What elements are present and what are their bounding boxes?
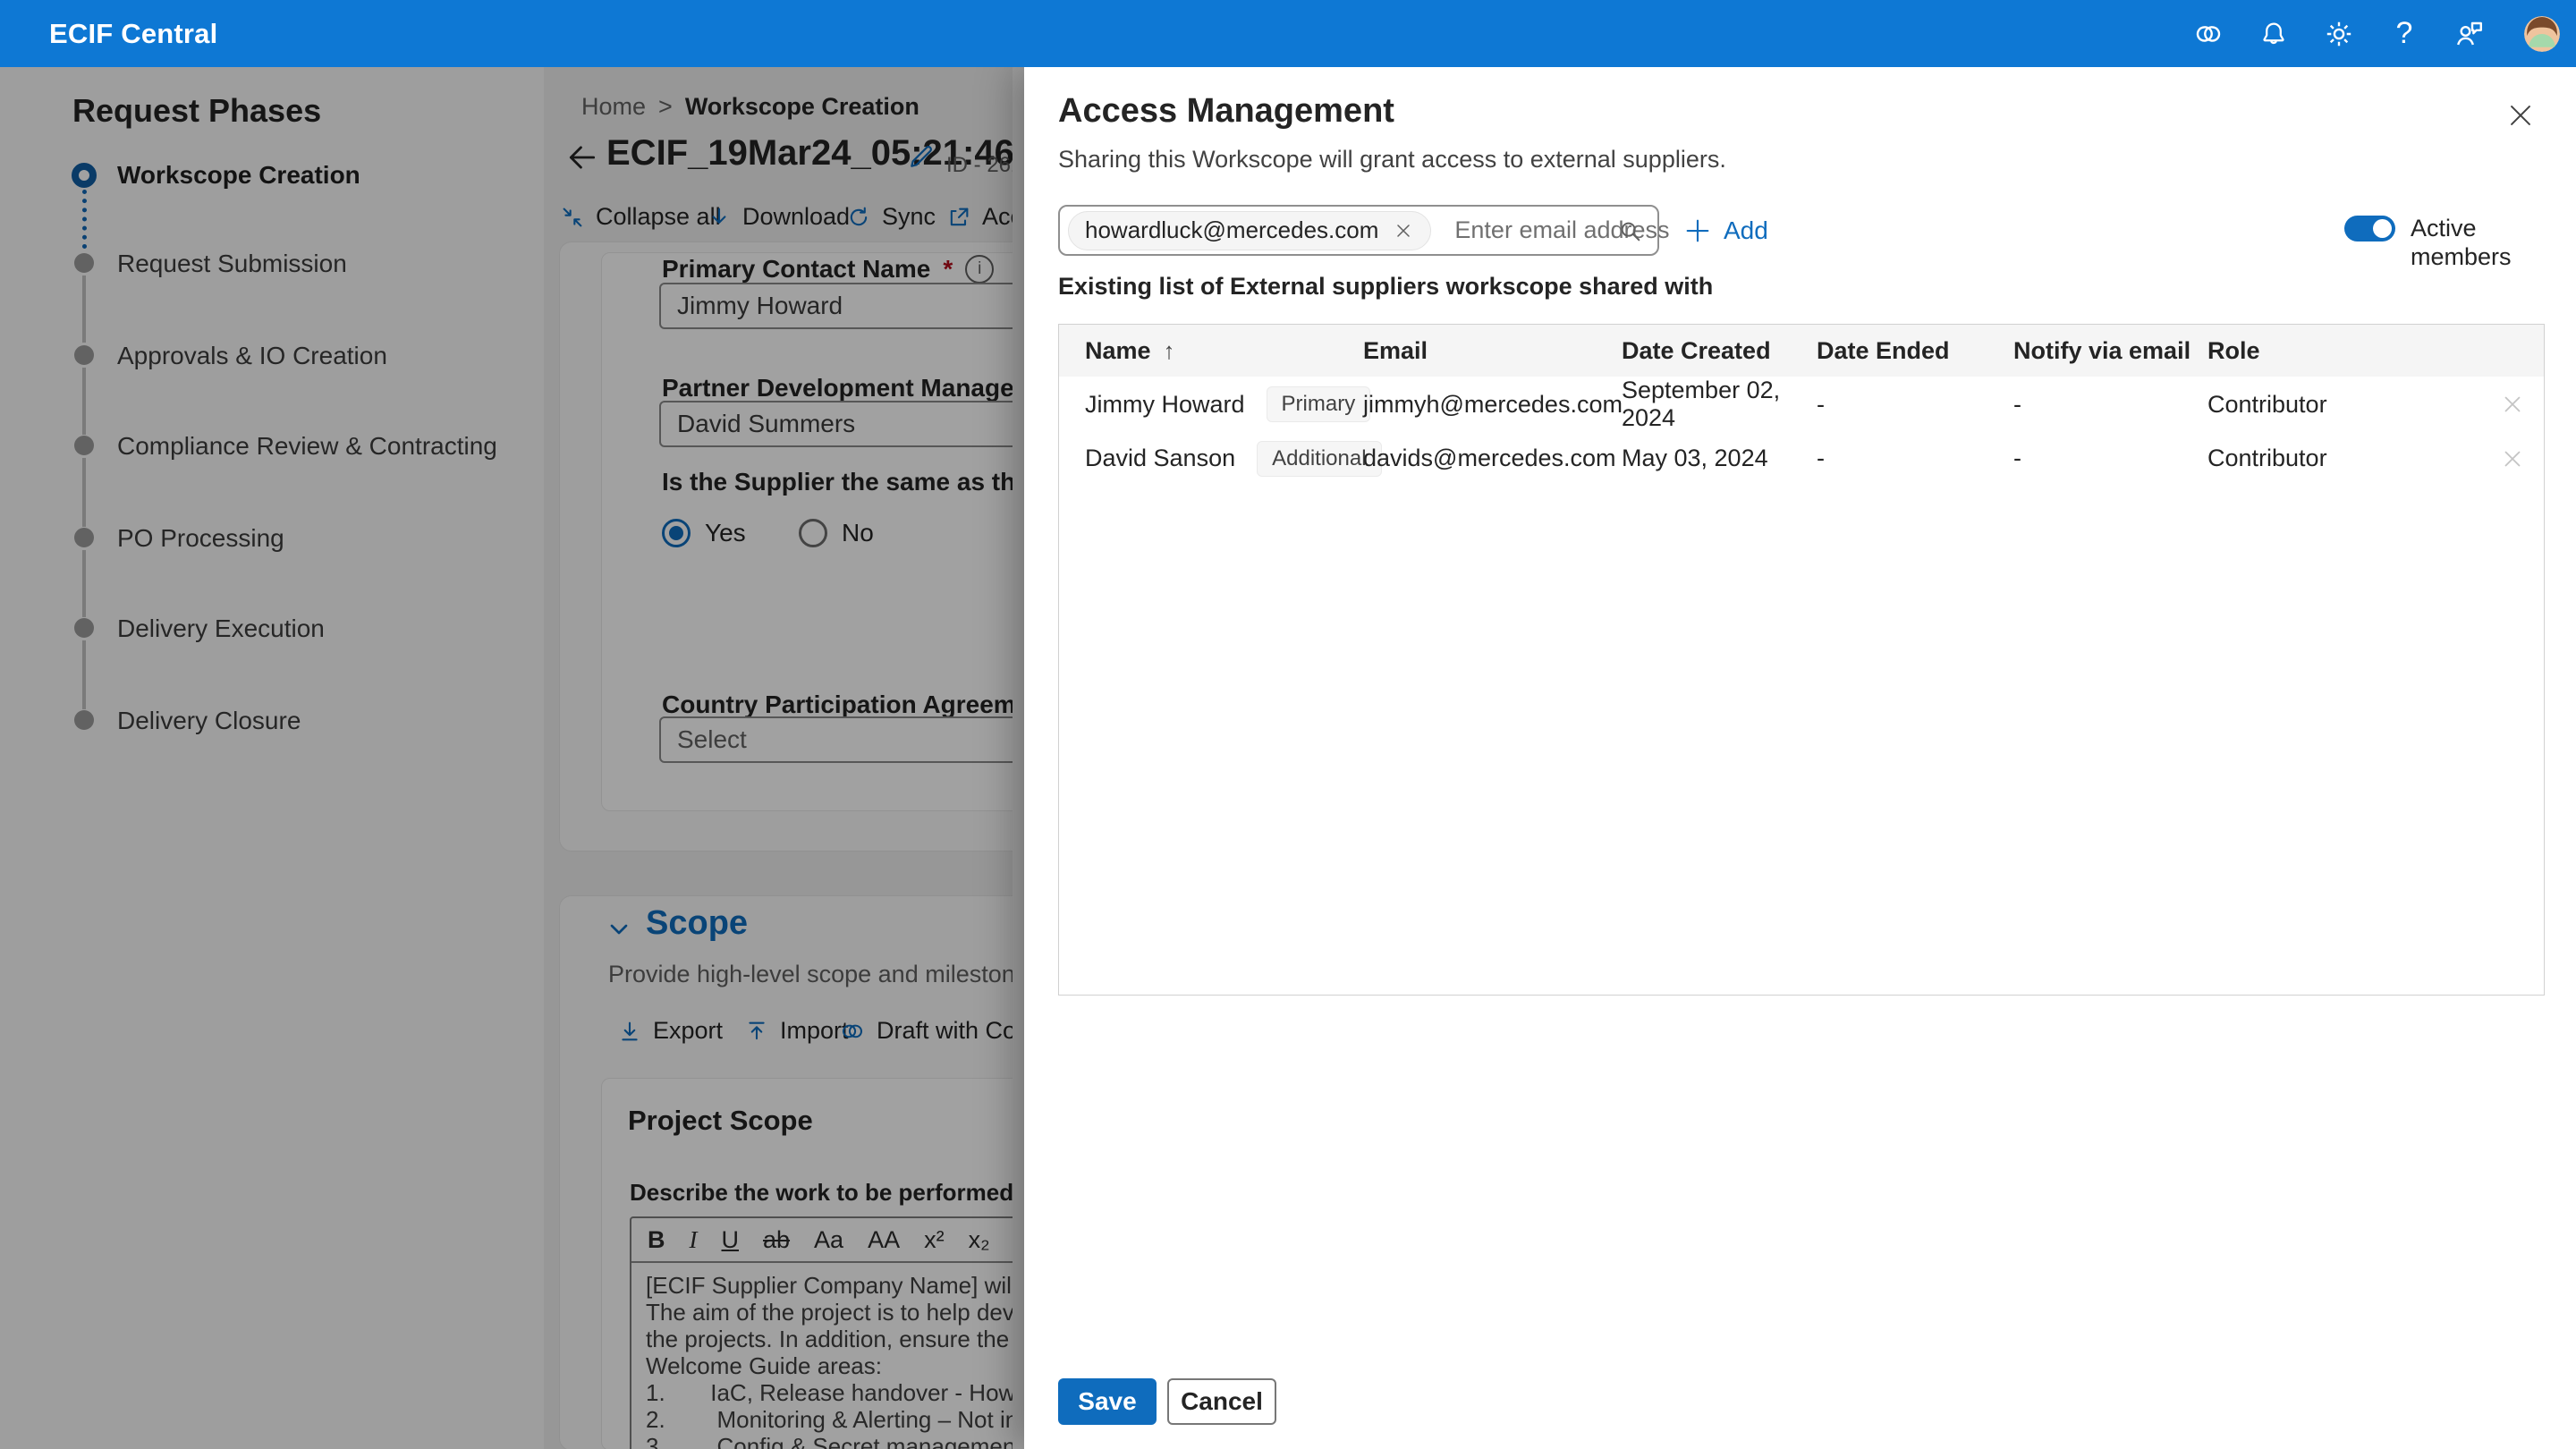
col-email: Email (1363, 337, 1622, 365)
help-icon[interactable]: ? (2388, 18, 2420, 50)
email-chip-text: howardluck@mercedes.com (1085, 216, 1378, 244)
member-date-created: September 02, 2024 (1622, 377, 1817, 432)
col-date-created: Date Created (1622, 337, 1817, 365)
sort-ascending-icon[interactable]: ↑ (1164, 337, 1175, 364)
member-badge: Primary (1267, 386, 1371, 422)
member-role: Contributor (2207, 445, 2481, 472)
table-row: David Sanson Additional davids@mercedes.… (1059, 431, 2544, 486)
suppliers-table: Name ↑ Email Date Created Date Ended Noti… (1058, 324, 2545, 996)
member-name: David Sanson (1085, 445, 1235, 472)
close-icon[interactable] (2501, 96, 2540, 135)
notifications-icon[interactable] (2258, 18, 2290, 50)
feedback-icon[interactable] (2453, 18, 2486, 50)
table-row: Jimmy Howard Primary jimmyh@mercedes.com… (1059, 377, 2544, 431)
cancel-button[interactable]: Cancel (1167, 1378, 1276, 1425)
col-role: Role (2207, 337, 2481, 365)
member-role: Contributor (2207, 391, 2481, 419)
top-app-bar: ECIF Central ? (0, 0, 2576, 67)
topbar-icons: ? (2192, 0, 2560, 67)
panel-title: Access Management (1058, 92, 1394, 131)
app-root: ECIF Central ? (0, 0, 2576, 1449)
active-members-toggle[interactable] (2344, 216, 2395, 242)
member-date-created: May 03, 2024 (1622, 445, 1817, 472)
member-email: jimmyh@mercedes.com (1363, 391, 1622, 419)
email-chip: howardluck@mercedes.com (1068, 211, 1431, 250)
member-notify: - (2013, 445, 2207, 472)
save-button[interactable]: Save (1058, 1378, 1157, 1425)
user-avatar[interactable] (2524, 16, 2560, 52)
table-header-row: Name ↑ Email Date Created Date Ended Noti… (1059, 325, 2544, 377)
copilot-icon[interactable] (2192, 18, 2224, 50)
col-notify: Notify via email (2013, 337, 2207, 365)
remove-member-icon[interactable] (2481, 391, 2544, 418)
remove-chip-icon[interactable] (1393, 220, 1414, 242)
member-notify: - (2013, 391, 2207, 419)
active-members-label: Active members (2411, 214, 2576, 271)
add-label: Add (1724, 216, 1768, 245)
existing-list-label: Existing list of External suppliers work… (1058, 273, 1713, 301)
settings-icon[interactable] (2323, 18, 2355, 50)
member-email: davids@mercedes.com (1363, 445, 1622, 472)
toggle-knob (2373, 219, 2392, 238)
member-date-ended: - (1817, 445, 2013, 472)
app-title: ECIF Central (49, 18, 217, 50)
col-name[interactable]: Name ↑ (1085, 337, 1363, 365)
add-button[interactable]: Add (1682, 208, 1768, 253)
search-icon[interactable] (1618, 219, 1643, 249)
panel-subtitle: Sharing this Workscope will grant access… (1058, 146, 1726, 174)
plus-icon (1682, 216, 1713, 246)
col-name-label: Name (1085, 337, 1151, 364)
member-name: Jimmy Howard (1085, 391, 1245, 419)
remove-member-icon[interactable] (2481, 445, 2544, 472)
col-date-ended: Date Ended (1817, 337, 2013, 365)
access-management-panel: Access Management Sharing this Workscope… (1024, 67, 2576, 1449)
member-date-ended: - (1817, 391, 2013, 419)
email-input[interactable]: howardluck@mercedes.com Enter email addr… (1058, 205, 1659, 256)
